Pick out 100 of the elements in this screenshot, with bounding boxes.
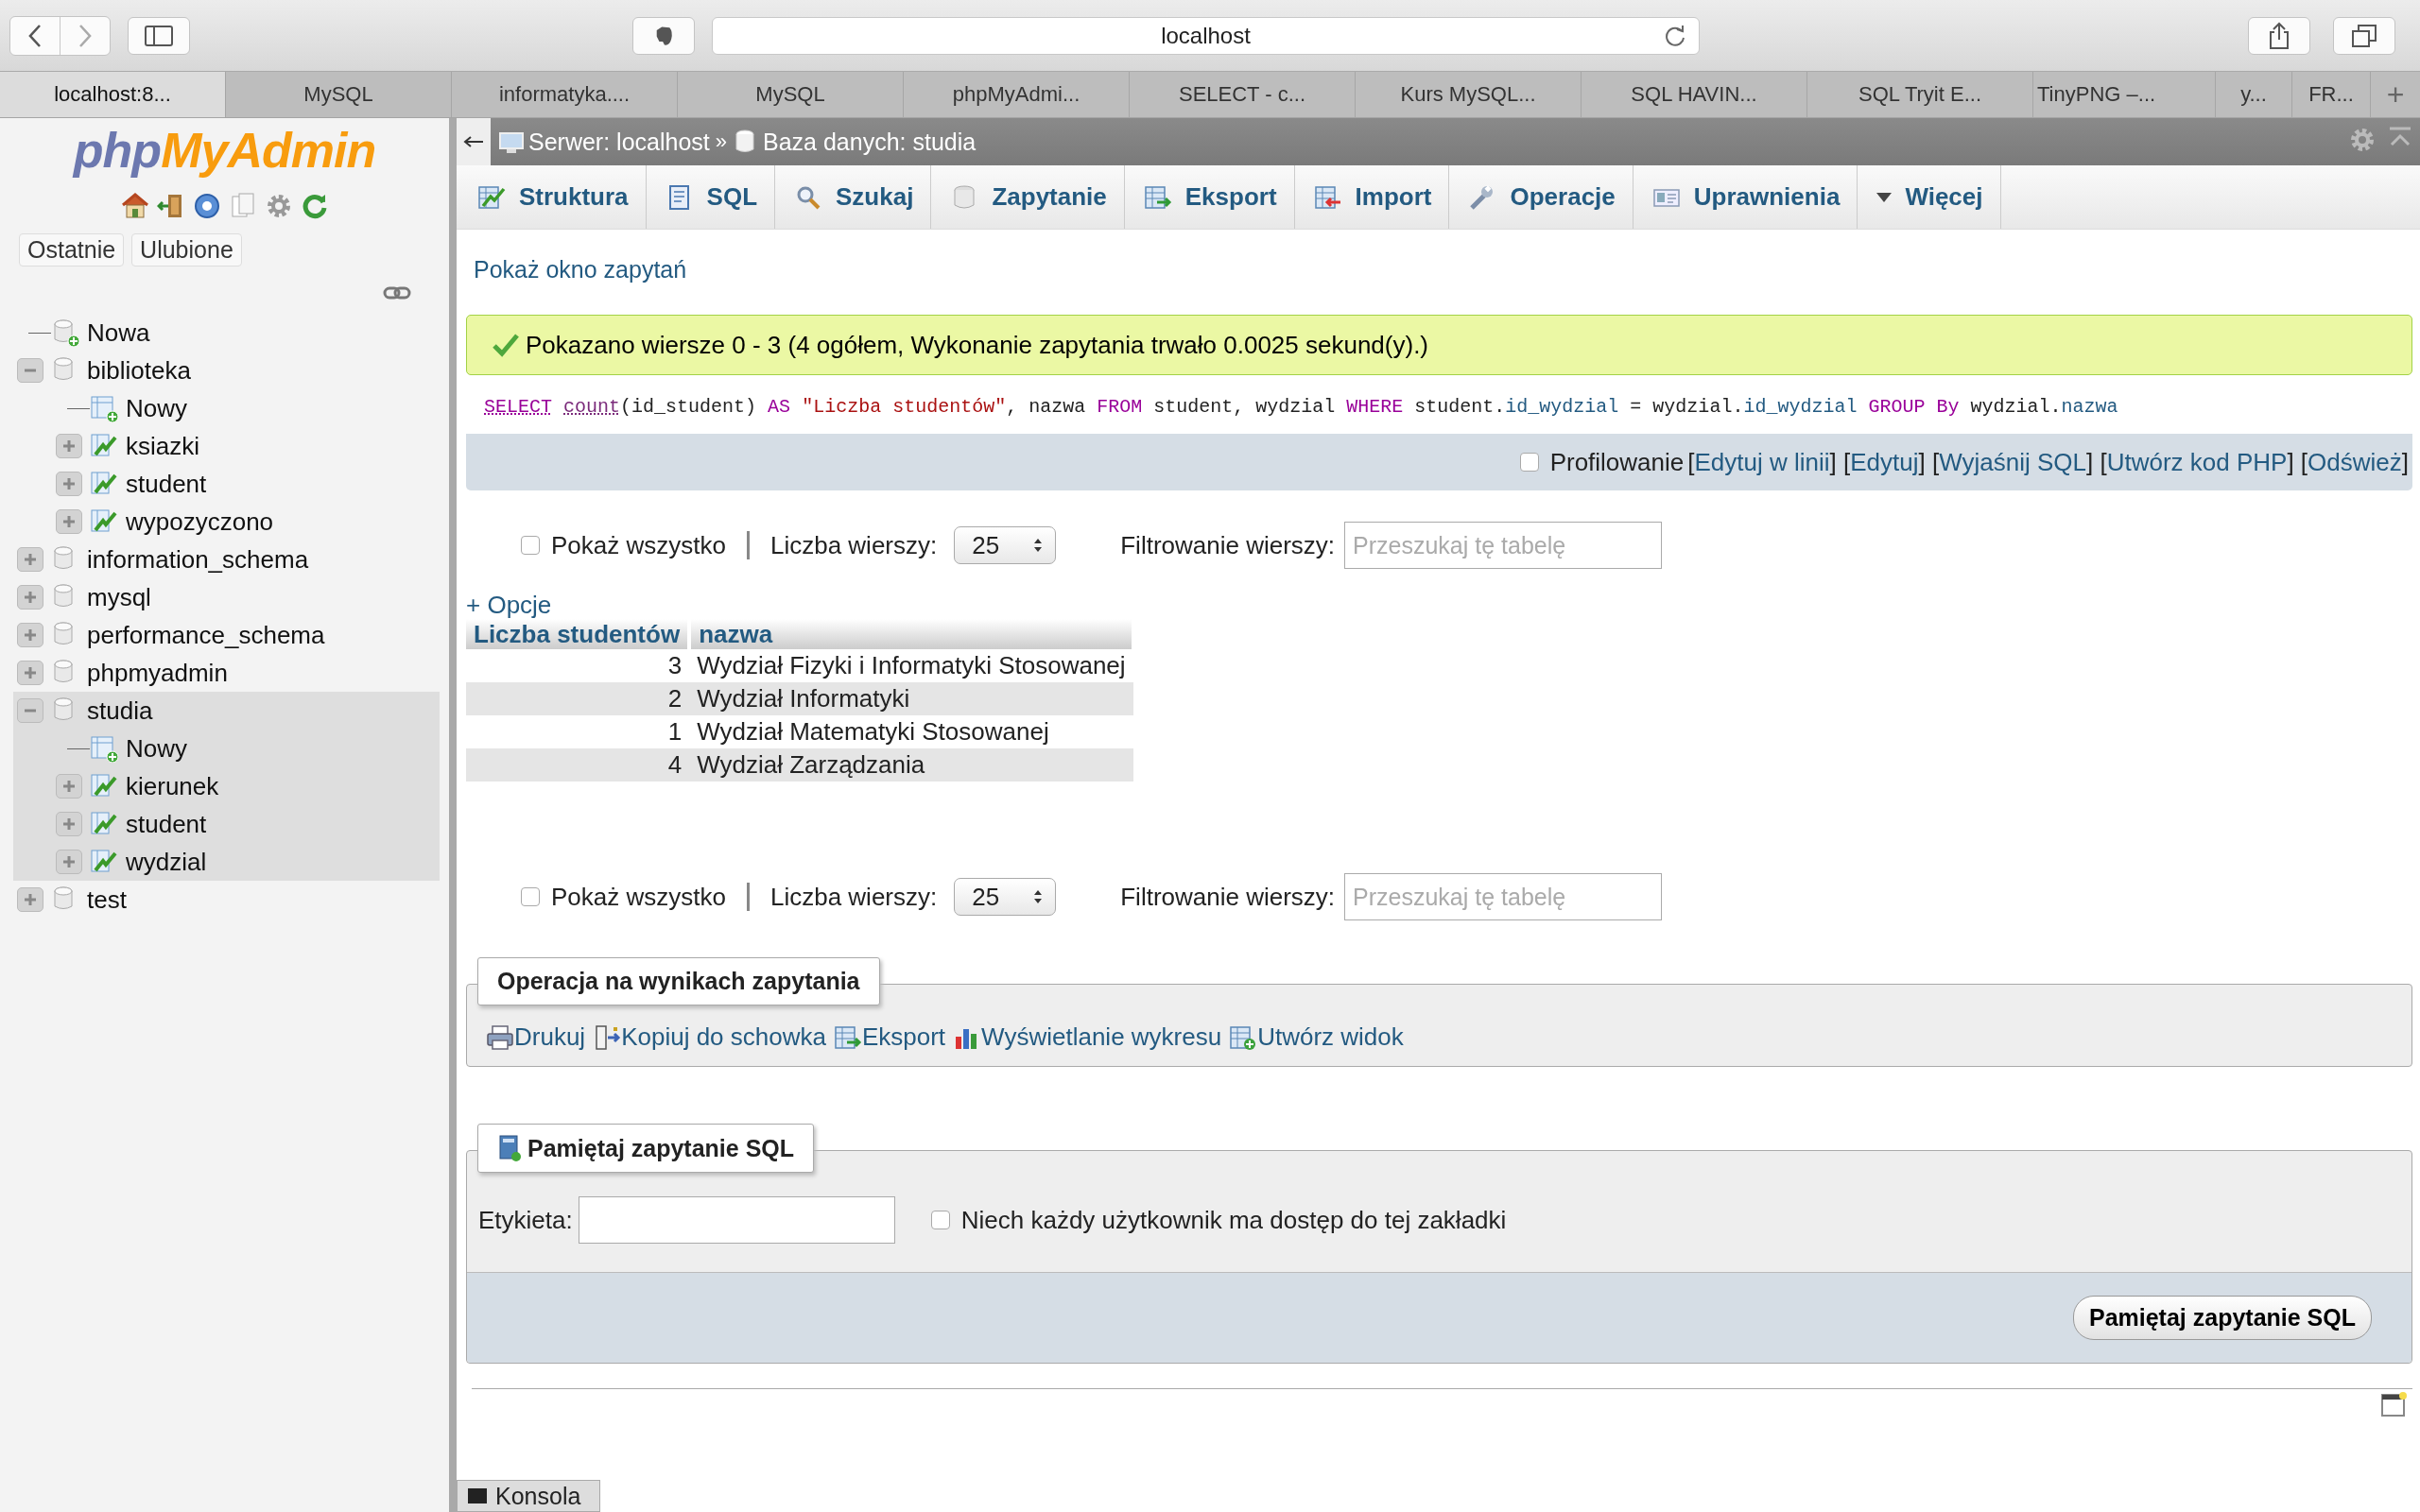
- operation-link[interactable]: Drukuj: [514, 1022, 586, 1052]
- extension-button[interactable]: [632, 16, 695, 55]
- expand-toggle[interactable]: [56, 850, 82, 874]
- profiling-link[interactable]: Edytuj: [1850, 447, 1919, 477]
- tree-item[interactable]: performance_schema: [87, 620, 325, 650]
- filter-field[interactable]: Przeszukaj tę tabelę: [1344, 522, 1663, 569]
- profiling-link[interactable]: Utwórz kod PHP: [2106, 447, 2288, 477]
- printer-icon[interactable]: [486, 1022, 514, 1052]
- logo[interactable]: phpMyAdmin: [68, 118, 381, 179]
- expand-toggle[interactable]: [17, 887, 43, 912]
- expand-toggle[interactable]: [17, 661, 43, 685]
- plus-icon[interactable]: [24, 553, 37, 566]
- tree-item[interactable]: Nowy: [126, 393, 187, 423]
- browser-tab[interactable]: informatyka....: [452, 72, 678, 117]
- show-query-window-link[interactable]: Pokaż okno zapytań: [474, 256, 687, 283]
- browser-tab[interactable]: FR...: [2292, 72, 2371, 117]
- expand-toggle[interactable]: [56, 509, 82, 534]
- profiling-checkbox[interactable]: [1519, 453, 1539, 472]
- menu-tab[interactable]: Import: [1294, 165, 1450, 229]
- operation-link[interactable]: Kopiuj do schowka: [621, 1022, 826, 1052]
- plus-icon[interactable]: [62, 780, 76, 793]
- reload-icon[interactable]: [1663, 23, 1687, 48]
- tree-item[interactable]: student: [126, 469, 207, 499]
- plus-icon[interactable]: [24, 628, 37, 642]
- tree-item[interactable]: Nowy: [126, 733, 187, 764]
- plus-icon[interactable]: [62, 817, 76, 831]
- collapse-toggle[interactable]: [17, 358, 43, 383]
- browser-tab[interactable]: MySQL: [226, 72, 452, 117]
- help-icon[interactable]: [192, 192, 221, 220]
- browser-tab[interactable]: phpMyAdmi...: [904, 72, 1130, 117]
- breadcrumb-link[interactable]: Baza danych: studia: [763, 128, 977, 156]
- operation-link[interactable]: Wyświetlanie wykresu: [981, 1022, 1222, 1052]
- show-all-checkbox[interactable]: [521, 536, 540, 555]
- arrow-left-icon[interactable]: [463, 135, 484, 148]
- plus-icon[interactable]: [62, 477, 76, 490]
- label-input[interactable]: [578, 1196, 895, 1244]
- tree-item[interactable]: test: [87, 885, 127, 915]
- plus-icon[interactable]: [24, 666, 37, 679]
- new-database-icon[interactable]: [51, 318, 79, 347]
- browser-tab[interactable]: localhost:8...: [0, 72, 226, 117]
- plus-icon[interactable]: [62, 515, 76, 528]
- expand-toggle[interactable]: [56, 812, 82, 836]
- home-icon[interactable]: [120, 192, 149, 220]
- column-header[interactable]: nazwa: [689, 619, 1133, 649]
- operation-link[interactable]: Utwórz widok: [1257, 1022, 1404, 1052]
- sidebar-button[interactable]: Ulubione: [131, 233, 242, 266]
- browser-tab[interactable]: TinyPNG –...: [2033, 72, 2216, 117]
- chevron-right-icon[interactable]: [78, 23, 93, 48]
- profiling-link[interactable]: Odśwież: [2308, 447, 2402, 477]
- profiling-link[interactable]: Wyjaśnij SQL: [1939, 447, 2086, 477]
- chevron-left-icon[interactable]: [27, 23, 43, 48]
- column-header[interactable]: Liczba studentów: [466, 619, 690, 649]
- new-table-icon[interactable]: [90, 394, 118, 422]
- tree-item[interactable]: studia: [87, 696, 153, 726]
- browser-tab[interactable]: MySQL: [678, 72, 904, 117]
- expand-toggle[interactable]: [56, 472, 82, 496]
- bookmark-button[interactable]: Pamiętaj zapytanie SQL: [2072, 1296, 2372, 1340]
- share-icon[interactable]: [2268, 21, 2290, 50]
- plus-icon[interactable]: [62, 855, 76, 868]
- menu-tab[interactable]: Struktura: [458, 165, 647, 229]
- tree-item[interactable]: information_schema: [87, 544, 309, 575]
- copy-icon[interactable]: [593, 1022, 622, 1052]
- menu-tab[interactable]: Operacje: [1449, 165, 1634, 229]
- filter-field[interactable]: Przeszukaj tę tabelę: [1344, 873, 1663, 920]
- profiling-link[interactable]: Edytuj w linii: [1694, 447, 1830, 477]
- tree-item[interactable]: biblioteka: [87, 355, 191, 386]
- sidebar-button[interactable]: Ostatnie: [19, 233, 125, 266]
- browser-tab[interactable]: SELECT - c...: [1130, 72, 1356, 117]
- share-button[interactable]: [2248, 16, 2310, 55]
- sidebar-button[interactable]: [128, 16, 190, 55]
- tree-item[interactable]: student: [126, 809, 207, 839]
- menu-tab[interactable]: Więcej: [1858, 165, 2001, 229]
- operation-link[interactable]: Eksport: [861, 1022, 946, 1052]
- expand-toggle[interactable]: [56, 774, 82, 799]
- menu-tab[interactable]: Uprawnienia: [1633, 165, 1858, 229]
- tabs-button[interactable]: [2333, 16, 2395, 55]
- menu-tab[interactable]: Szukaj: [775, 165, 932, 229]
- elephant-icon[interactable]: [654, 25, 673, 46]
- tree-item[interactable]: wypozyczono: [126, 507, 274, 537]
- collapse-toggle[interactable]: [17, 698, 43, 723]
- plus-icon[interactable]: [24, 591, 37, 604]
- expand-toggle[interactable]: [17, 547, 43, 572]
- sidebar-icon[interactable]: [145, 25, 173, 46]
- console-tab[interactable]: Konsola: [457, 1480, 600, 1512]
- browser-tab[interactable]: y...: [2216, 72, 2292, 117]
- menu-tab[interactable]: SQL: [646, 165, 776, 229]
- options-link[interactable]: + Opcje: [466, 591, 552, 619]
- shared-checkbox[interactable]: [930, 1211, 950, 1229]
- tree-item[interactable]: ksiazki: [126, 431, 199, 461]
- tree-item[interactable]: phpmyadmin: [87, 658, 228, 688]
- tree-item[interactable]: kierunek: [126, 771, 219, 801]
- browser-tab[interactable]: SQL HAVIN...: [1582, 72, 1807, 117]
- tree-item[interactable]: Nowa: [87, 318, 150, 348]
- browser-tab[interactable]: Kurs MySQL...: [1356, 72, 1582, 117]
- breadcrumb-link[interactable]: Serwer: localhost: [528, 128, 710, 156]
- tabs-icon[interactable]: [2351, 23, 2377, 48]
- back-arrow-button[interactable]: [457, 118, 491, 165]
- show-all-checkbox[interactable]: [521, 887, 540, 906]
- plus-icon[interactable]: [24, 893, 37, 906]
- new-table-icon[interactable]: [90, 734, 118, 763]
